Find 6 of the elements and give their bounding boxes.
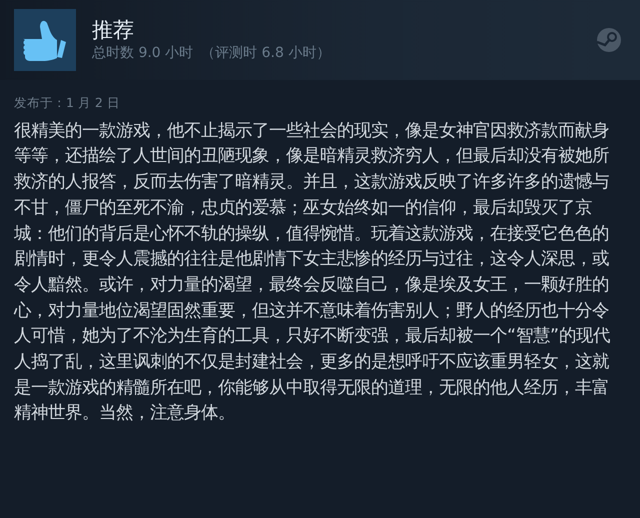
steam-logo-icon xyxy=(596,27,622,53)
posted-date: 发布于：1 月 2 日 xyxy=(13,94,121,112)
hours-total: 总时数 9.0 小时 xyxy=(92,44,194,63)
review-text: 很精美的一款游戏，他不止揭示了一些社会的现实，像是女神官因救济款而献身等等，还描绘了人世间的丑陋现象，像是暗精灵救济穷人，但最后却没有被她所救济的人报答，反而去伤害了暗精灵。并且，这款游戏反映了许多许多的遗憾与不甘，僵尸的至死不渝，忠贞的爱慕；巫女始终如一的信仰，最后却毁灭了京城：他们的背后是心怀不轨的操纵，值得惋惜。玩着这款游戏，在接受它色色的剧情时，更令人震撼的往往是他剧情下女主悲惨的经历与过往，这令人深思，或令人黯然。或许，对力量的渴望，最终会反噬自己，像是埃及女王，一颗好胜的心，对力量地位渴望固然重要，但这并不意味着伤害别人；野人的经历也十分令人可惜，她为了不沦为生育的工具，只好不断变强，最后却被一个“智慧”的现代人捣了乱，这里讽刺的不仅是封建社会，更多的是想呼吁不应该重男轻女，这就是一款游戏的精髓所在吧，你能够从中取得无限的道理，无限的他人经历，丰富精神世界。当然，注意身体。 xyxy=(12,120,612,426)
review-verdict: 推荐 xyxy=(92,17,135,43)
hours-at-review: （评测时 6.8 小时） xyxy=(201,44,330,63)
